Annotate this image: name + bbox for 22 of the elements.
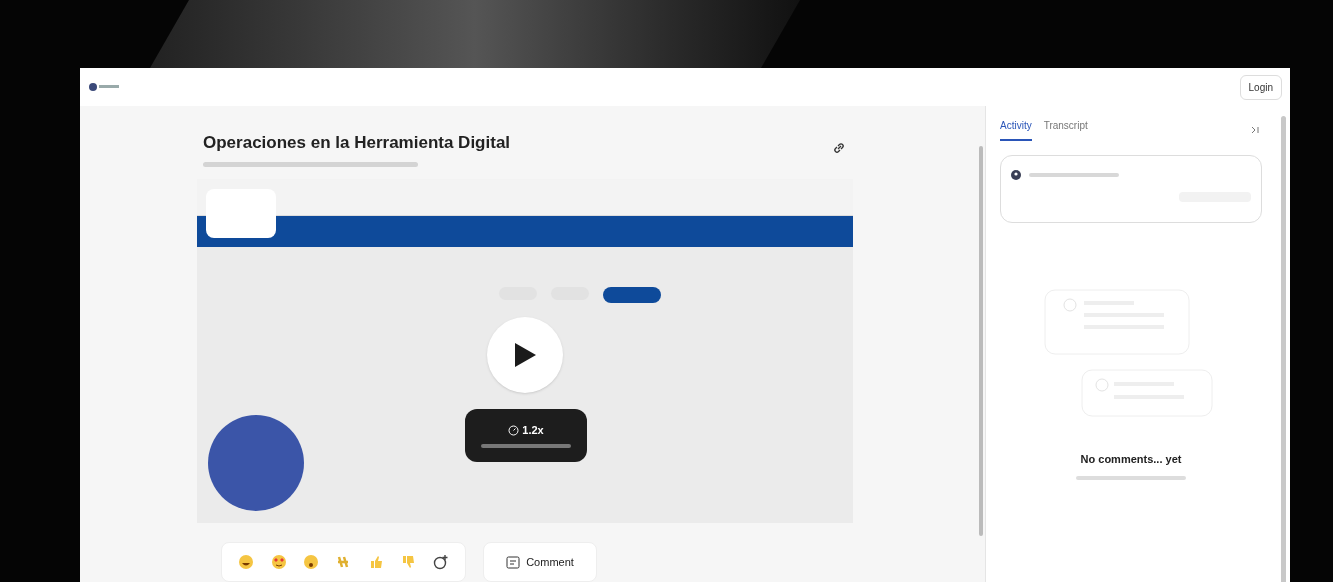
- empty-state-title: No comments... yet: [1080, 452, 1182, 467]
- add-reaction-icon[interactable]: [432, 554, 449, 570]
- play-icon: [513, 341, 537, 368]
- comment-icon: [506, 555, 521, 569]
- site-tab: [603, 286, 661, 303]
- collapse-icon[interactable]: [1250, 124, 1260, 135]
- speed-icon: [508, 424, 520, 436]
- video-title: Operaciones en la Herramienta Digital: [203, 132, 511, 154]
- panel-tab[interactable]: Activity: [1000, 118, 1032, 141]
- thumbs-down-icon[interactable]: [400, 554, 417, 570]
- comment-button[interactable]: Comment: [483, 542, 597, 582]
- link-icon[interactable]: [833, 142, 845, 154]
- logo-card: [206, 188, 276, 238]
- user-icon: [1011, 170, 1021, 180]
- surprised-face-icon[interactable]: [303, 554, 320, 570]
- speed-label: 1.2x: [522, 422, 544, 438]
- heart-eyes-face-icon[interactable]: [270, 554, 287, 570]
- panel-tab[interactable]: Transcript: [1043, 118, 1088, 141]
- laughing-face-icon[interactable]: [238, 554, 255, 570]
- login-button[interactable]: Login: [1239, 74, 1282, 100]
- logo-icon[interactable]: [88, 82, 122, 92]
- video-player[interactable]: 1.2x: [197, 178, 853, 523]
